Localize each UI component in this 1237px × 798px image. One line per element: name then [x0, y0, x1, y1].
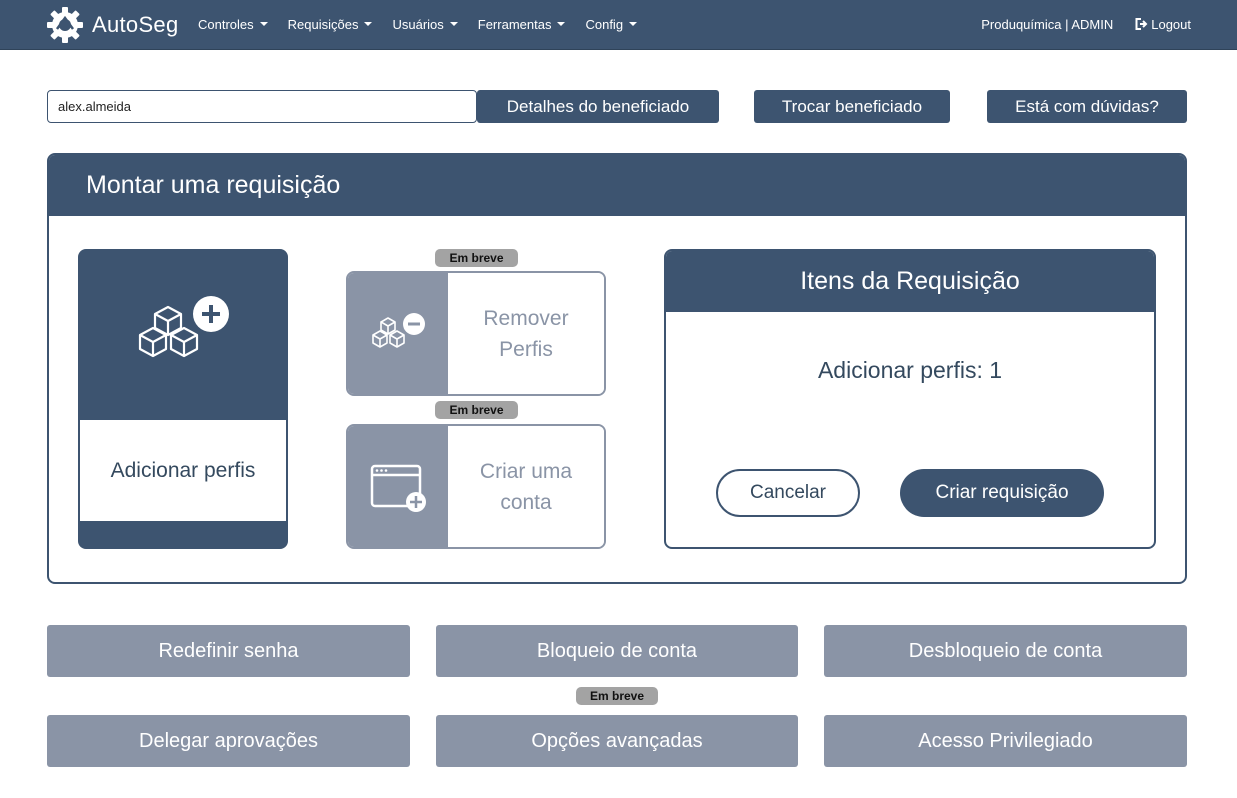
current-user[interactable]: Produquímica | ADMIN — [981, 17, 1113, 32]
beneficiary-details-button[interactable]: Detalhes do beneficiado — [477, 90, 719, 123]
logout-link[interactable]: Logout — [1135, 17, 1191, 32]
menu-config[interactable]: Config — [575, 17, 647, 32]
advanced-options-button[interactable]: Opções avançadas — [436, 715, 798, 767]
brand-name: AutoSeg — [92, 12, 179, 37]
coming-soon-badge: Em breve — [435, 401, 518, 419]
add-cubes-icon — [138, 295, 229, 357]
change-beneficiary-button[interactable]: Trocar beneficiado — [754, 90, 950, 123]
remove-profiles-line1: Remover — [483, 306, 569, 330]
caret-down-icon — [259, 22, 268, 26]
request-items-box: Itens da Requisição Adicionar perfis: 1 … — [664, 249, 1156, 549]
menu-label: Config — [585, 16, 624, 32]
brand[interactable]: AutoSeg — [46, 6, 179, 44]
caret-down-icon — [364, 22, 373, 26]
logout-icon — [1135, 18, 1148, 30]
help-button[interactable]: Está com dúvidas? — [987, 90, 1187, 123]
panel-title: Montar uma requisição — [49, 155, 1185, 216]
block-account-button[interactable]: Bloqueio de conta — [436, 625, 798, 677]
unblock-account-button[interactable]: Desbloqueio de conta — [824, 625, 1187, 677]
privileged-access-button[interactable]: Acesso Privilegiado — [824, 715, 1187, 767]
menu-label: Controles — [198, 16, 254, 32]
caret-down-icon — [557, 22, 566, 26]
create-account-line1: Criar uma — [479, 459, 573, 483]
remove-profiles-card: Remover Perfis — [346, 271, 606, 396]
reset-password-button[interactable]: Redefinir senha — [47, 625, 410, 677]
add-profiles-card[interactable]: Adicionar perfis — [78, 249, 288, 549]
request-items-title: Itens da Requisição — [666, 251, 1154, 312]
coming-soon-badge: Em breve — [576, 687, 658, 705]
main-menu: Controles Requisições Usuários Ferrament… — [188, 0, 647, 48]
menu-label: Requisições — [287, 16, 359, 32]
create-account-line2: conta — [500, 490, 552, 514]
menu-usuarios[interactable]: Usuários — [382, 17, 467, 32]
menu-requisicoes[interactable]: Requisições — [278, 17, 383, 32]
logout-label: Logout — [1151, 16, 1191, 32]
cancel-button[interactable]: Cancelar — [716, 469, 860, 517]
new-window-icon — [370, 464, 426, 512]
create-account-card: Criar uma conta — [346, 424, 606, 549]
caret-down-icon — [449, 22, 458, 26]
beneficiary-input[interactable] — [47, 90, 477, 123]
caret-down-icon — [629, 22, 638, 26]
gear-logo-icon — [47, 7, 83, 43]
add-profiles-label: Adicionar perfis — [80, 420, 286, 521]
request-item-summary: Adicionar perfis: 1 — [817, 357, 1003, 383]
remove-cubes-icon — [372, 312, 425, 348]
coming-soon-badge: Em breve — [435, 249, 518, 267]
menu-label: Ferramentas — [477, 16, 552, 32]
menu-controles[interactable]: Controles — [188, 17, 278, 32]
remove-profiles-line2: Perfis — [499, 337, 553, 361]
delegate-approvals-button[interactable]: Delegar aprovações — [47, 715, 410, 767]
nav-right: Produquímica | ADMIN Logout — [981, 0, 1191, 48]
menu-ferramentas[interactable]: Ferramentas — [468, 17, 576, 32]
top-navbar: AutoSeg Controles Requisições Usuários F… — [0, 0, 1237, 50]
create-request-button[interactable]: Criar requisição — [900, 469, 1104, 517]
menu-label: Usuários — [392, 16, 444, 32]
